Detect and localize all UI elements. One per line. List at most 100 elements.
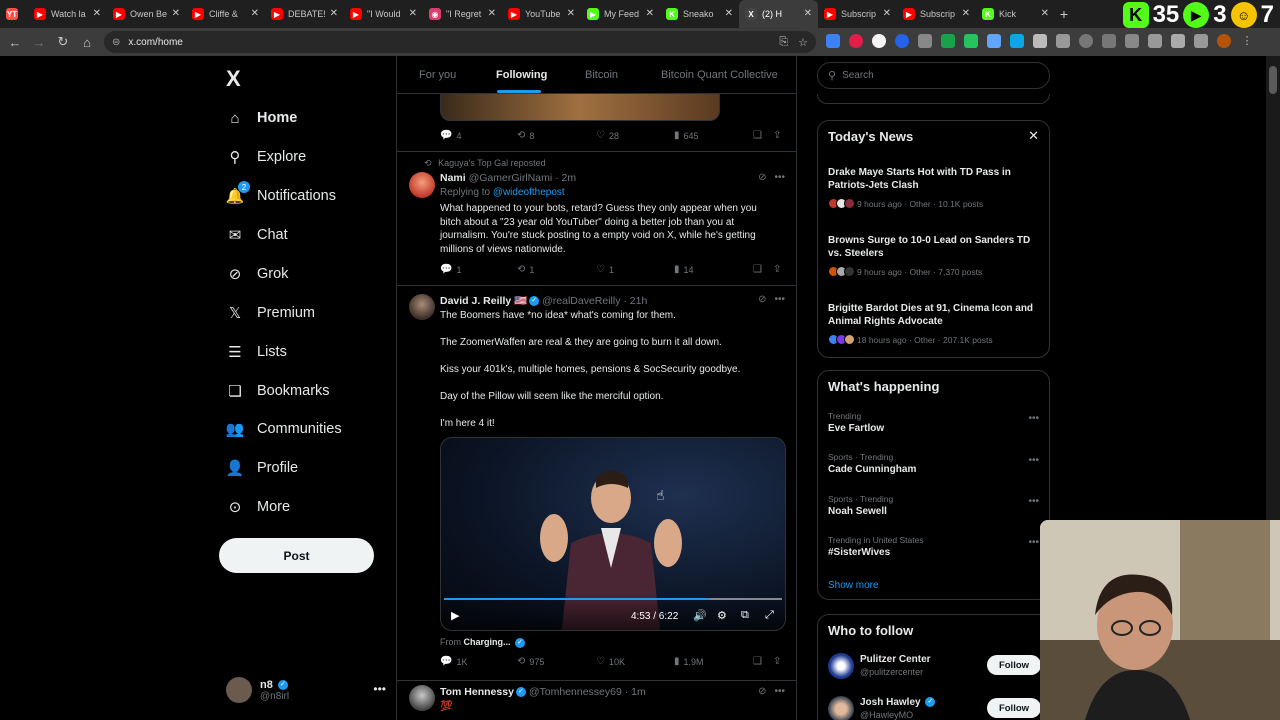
extension-icon-6[interactable]: [941, 34, 955, 48]
browser-tab[interactable]: ▶ Subscrip ✕: [818, 0, 897, 28]
post-nami[interactable]: ⟲ Kaguya's Top Gal reposted Nami @GamerG…: [397, 152, 796, 286]
like-button[interactable]: ♡ 28: [596, 130, 619, 141]
grok-icon[interactable]: ⊘: [758, 294, 766, 305]
more-dots-icon[interactable]: •••: [774, 686, 785, 697]
sidebar-item-bookmarks[interactable]: ❏ Bookmarks: [226, 377, 329, 405]
repost-button[interactable]: ⟲ 8: [517, 130, 534, 141]
forward-arrow-icon[interactable]: →: [27, 30, 51, 54]
close-icon[interactable]: ✕: [1028, 128, 1039, 144]
browser-tab[interactable]: K Sneako ✕: [660, 0, 739, 28]
sidebar-item-premium[interactable]: 𝕏 Premium: [226, 299, 315, 327]
extension-icon-11[interactable]: [1102, 34, 1116, 48]
browser-tab[interactable]: ◉ "I Regret ✕: [423, 0, 502, 28]
views-button[interactable]: ▮ 645: [674, 130, 699, 141]
account-switcher[interactable]: n8 ✓ @n8irl •••: [226, 674, 386, 706]
puzzle-extensions-icon[interactable]: [1056, 34, 1070, 48]
browser-tab[interactable]: ▶ "I Would ✕: [344, 0, 423, 28]
video-progress-track[interactable]: [444, 598, 782, 600]
more-dots-icon[interactable]: •••: [774, 294, 785, 305]
x-logo[interactable]: X: [226, 66, 241, 92]
url-input[interactable]: ⊜ x.com/home ⎘ ☆: [104, 31, 816, 53]
close-icon[interactable]: ✕: [646, 8, 654, 19]
sidebar-item-notifications[interactable]: 🔔 2 Notifications: [226, 181, 336, 210]
extension-icon-3[interactable]: [872, 34, 886, 48]
share-button[interactable]: ⇪: [773, 130, 781, 141]
tab-bitcoin-quant-collective[interactable]: Bitcoin Quant Collective: [661, 69, 778, 81]
pip-icon[interactable]: ⧉: [741, 609, 749, 622]
sidebar-item-profile[interactable]: 👤 Profile: [226, 454, 298, 482]
volume-icon[interactable]: 🔊: [693, 609, 707, 622]
views-button[interactable]: ▮ 1.9M: [674, 656, 704, 667]
show-more-link[interactable]: Show more: [828, 580, 879, 591]
close-icon[interactable]: ✕: [567, 8, 575, 19]
sidebar-item-more[interactable]: ⊙ More: [226, 493, 290, 521]
close-icon[interactable]: ✕: [1041, 8, 1049, 19]
fullscreen-icon[interactable]: ⤢: [765, 609, 774, 622]
repost-button[interactable]: ⟲ 975: [517, 656, 544, 667]
close-icon[interactable]: ✕: [883, 8, 891, 19]
trend-name[interactable]: Eve Fartlow: [828, 423, 884, 434]
browser-tab[interactable]: ▶ DEBATE! ✕: [265, 0, 344, 28]
avatar[interactable]: [828, 696, 854, 720]
more-dots-icon[interactable]: •••: [1028, 455, 1039, 466]
news-item-title[interactable]: Drake Maye Starts Hot with TD Pass in Pa…: [828, 166, 1043, 192]
pinned-tab[interactable]: YT: [0, 0, 28, 28]
more-dots-icon[interactable]: •••: [1028, 413, 1039, 424]
more-dots-icon[interactable]: •••: [1028, 496, 1039, 507]
share-button[interactable]: ⇪: [773, 656, 781, 667]
extension-icon-12[interactable]: [1171, 34, 1185, 48]
sidebar-item-communities[interactable]: 👥 Communities: [226, 415, 342, 443]
sidebar-item-home[interactable]: ⌂ Home: [226, 104, 297, 132]
extension-icon-2[interactable]: [849, 34, 863, 48]
follow-button[interactable]: Follow: [987, 698, 1041, 718]
trend-name[interactable]: Noah Sewell: [828, 506, 887, 517]
reply-button[interactable]: 💬 1K: [440, 656, 467, 667]
close-icon[interactable]: ✕: [488, 8, 496, 19]
news-item-title[interactable]: Browns Surge to 10-0 Lead on Sanders TD …: [828, 234, 1043, 260]
views-button[interactable]: ▮ 14: [674, 264, 694, 275]
bookmark-button[interactable]: ❏: [753, 130, 762, 141]
sidepanel-icon[interactable]: [1148, 34, 1162, 48]
chrome-menu-icon[interactable]: ⋮: [1240, 34, 1254, 48]
suggestion-name[interactable]: Josh Hawley ✓: [860, 697, 936, 708]
avatar[interactable]: [409, 294, 435, 320]
extension-icon-5[interactable]: [918, 34, 932, 48]
like-button[interactable]: ♡ 1: [596, 264, 614, 275]
video-player[interactable]: ▶ 4:53 / 6:22 🔊 ⚙ ⧉ ⤢: [440, 437, 786, 631]
extension-icon-10[interactable]: [1033, 34, 1047, 48]
avatar[interactable]: [409, 685, 435, 711]
close-icon[interactable]: ✕: [251, 8, 259, 19]
reload-icon[interactable]: ↻: [51, 30, 75, 54]
replying-to-link[interactable]: @wideofthepost: [493, 187, 565, 198]
close-icon[interactable]: ✕: [725, 8, 733, 19]
post-david-reilly[interactable]: David J. Reilly 🇺🇸 ✓ @realDaveReilly · 21…: [397, 286, 796, 681]
install-app-icon[interactable]: ⎘: [779, 36, 788, 49]
tab-bitcoin[interactable]: Bitcoin: [585, 69, 618, 81]
tab-for-you[interactable]: For you: [419, 69, 456, 81]
follow-suggestion[interactable]: Pulitzer Center @pulitzercenter Follow: [828, 651, 1041, 681]
bookmark-button[interactable]: ❏: [753, 264, 762, 275]
browser-tab[interactable]: ▶ Cliffe & ✕: [186, 0, 265, 28]
browser-tab[interactable]: X (2) H ✕: [739, 0, 818, 28]
scroll-thumb[interactable]: [1269, 66, 1277, 94]
post-media-tail[interactable]: [440, 94, 720, 121]
post-tom-hennessy[interactable]: Tom Hennessy ✓ @Tomhennessey69 · 1m ⊘ ••• …: [397, 681, 796, 720]
history-icon[interactable]: [1079, 34, 1093, 48]
site-info-icon[interactable]: ⊜: [112, 37, 120, 48]
author-name[interactable]: David J. Reilly 🇺🇸: [440, 295, 527, 307]
news-item-title[interactable]: Brigitte Bardot Dies at 91, Cinema Icon …: [828, 302, 1043, 328]
repost-button[interactable]: ⟲ 1: [517, 264, 534, 275]
sidebar-item-lists[interactable]: ☰ Lists: [226, 338, 287, 366]
browser-tab[interactable]: ▶ Subscrip ✕: [897, 0, 976, 28]
extension-icon-7[interactable]: [964, 34, 978, 48]
post-previous[interactable]: 💬 4 ⟲ 8 ♡ 28 ▮ 645 ❏ ⇪: [397, 94, 796, 152]
author-handle[interactable]: @realDaveReilly · 21h: [542, 295, 647, 307]
close-icon[interactable]: ✕: [409, 8, 417, 19]
follow-button[interactable]: Follow: [987, 655, 1041, 675]
back-arrow-icon[interactable]: ←: [3, 30, 27, 54]
play-icon[interactable]: ▶: [451, 609, 459, 622]
browser-tab[interactable]: ▶ My Feed ✕: [581, 0, 660, 28]
reply-button[interactable]: 💬 1: [440, 264, 461, 275]
sidebar-item-grok[interactable]: ⊘ Grok: [226, 260, 289, 288]
more-dots-icon[interactable]: •••: [774, 172, 785, 183]
